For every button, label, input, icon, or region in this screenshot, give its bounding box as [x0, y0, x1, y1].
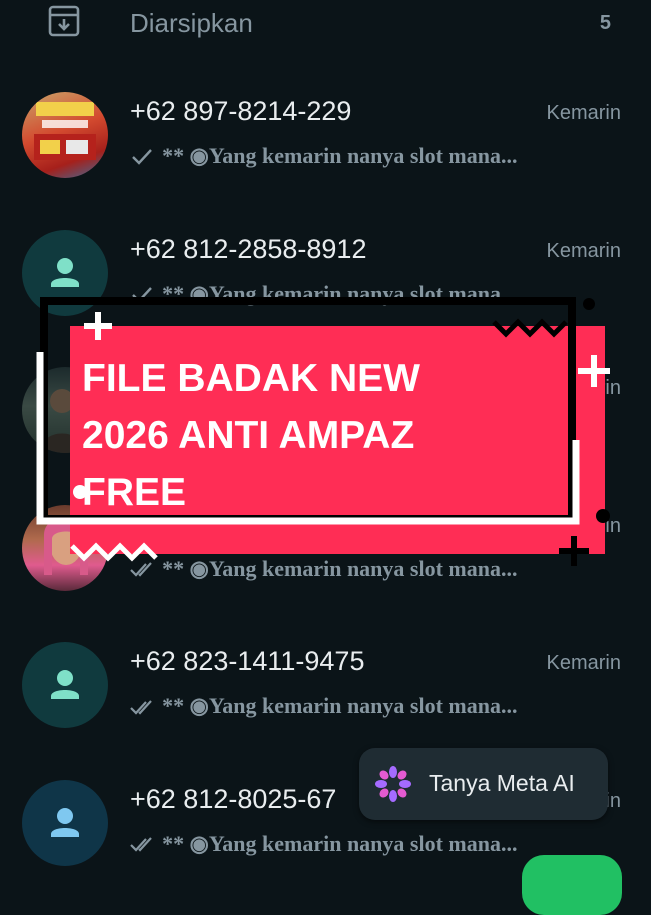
person-icon: [51, 670, 79, 700]
meta-ai-icon: [375, 766, 411, 802]
chat-time: Kemarin: [546, 514, 621, 537]
preview-text: ** ◉Yang kemarin nanya slot mana...: [162, 693, 518, 719]
banner-line-1: FILE BADAK NEW: [82, 357, 420, 400]
double-check-icon: [130, 837, 152, 852]
chat-name: +62 897-8214-229: [130, 96, 352, 126]
chat-row[interactable]: +62 897-8214-229 Kemarin ** ◉Yang kemari…: [0, 72, 651, 210]
chat-time: Kemarin: [546, 239, 621, 262]
chat-preview: ** ◉Yang kemarin nanya slot mana...: [130, 555, 610, 587]
chat-preview: ** ◉Yang kemarin nanya slot mana...: [130, 692, 610, 724]
avatar[interactable]: [22, 92, 108, 178]
chat-time: Kemarin: [546, 652, 621, 675]
archived-chats-row[interactable]: Diarsipkan 5: [0, 0, 651, 50]
preview-text: ** ◉Yang kemarin nanya slot mana...: [162, 143, 518, 169]
ask-meta-ai-label: Tanya Meta AI: [429, 770, 575, 796]
archived-label: Diarsipkan: [130, 8, 253, 38]
archived-count-badge: 5: [599, 12, 611, 34]
chat-name: +62 812-2858-8912: [130, 233, 367, 264]
banner-line-2: 2026 ANTI AMPAZ: [82, 414, 415, 457]
chat-time: Kemarin: [546, 377, 621, 400]
preview-text: ** ◉Yang kemarin nanya slot mana...: [162, 555, 518, 581]
ask-meta-ai-button[interactable]: Tanya Meta AI: [359, 748, 608, 820]
chat-row[interactable]: +62 812-2858-8912 Kemarin ** ◉Yang kemar…: [0, 210, 651, 348]
double-check-icon: [130, 562, 152, 577]
archive-icon: [48, 5, 80, 37]
double-check-icon: [130, 699, 152, 715]
avatar[interactable]: [22, 642, 108, 729]
chat-name: +62 823-1411-9475: [130, 646, 365, 677]
chat-preview: ** ◉Yang kemarin nanya slot mana...: [130, 280, 610, 312]
chat-preview: ** ◉Yang kemarin nanya slot mana...: [130, 142, 610, 174]
single-check-icon: [132, 286, 152, 303]
chat-row[interactable]: +62 823-1411-9475 Kemarin ** ◉Yang kemar…: [0, 622, 651, 760]
chat-time: Kemarin: [546, 102, 621, 124]
preview-text: ** ◉Yang kemarin nanya slot mana...: [162, 280, 518, 306]
promo-banner-text: FILE BADAK NEW 2026 ANTI AMPAZ FREE: [82, 350, 552, 521]
person-icon: [51, 807, 79, 837]
avatar[interactable]: [22, 229, 108, 316]
avatar[interactable]: [22, 779, 108, 866]
banner-line-3: FREE: [82, 471, 187, 514]
preview-text: ** ◉Yang kemarin nanya slot mana...: [162, 831, 518, 857]
new-chat-fab[interactable]: [522, 855, 622, 915]
chat-name: +62 812-8025-67: [130, 783, 337, 814]
single-check-icon: [132, 149, 152, 165]
person-icon: [51, 257, 79, 287]
